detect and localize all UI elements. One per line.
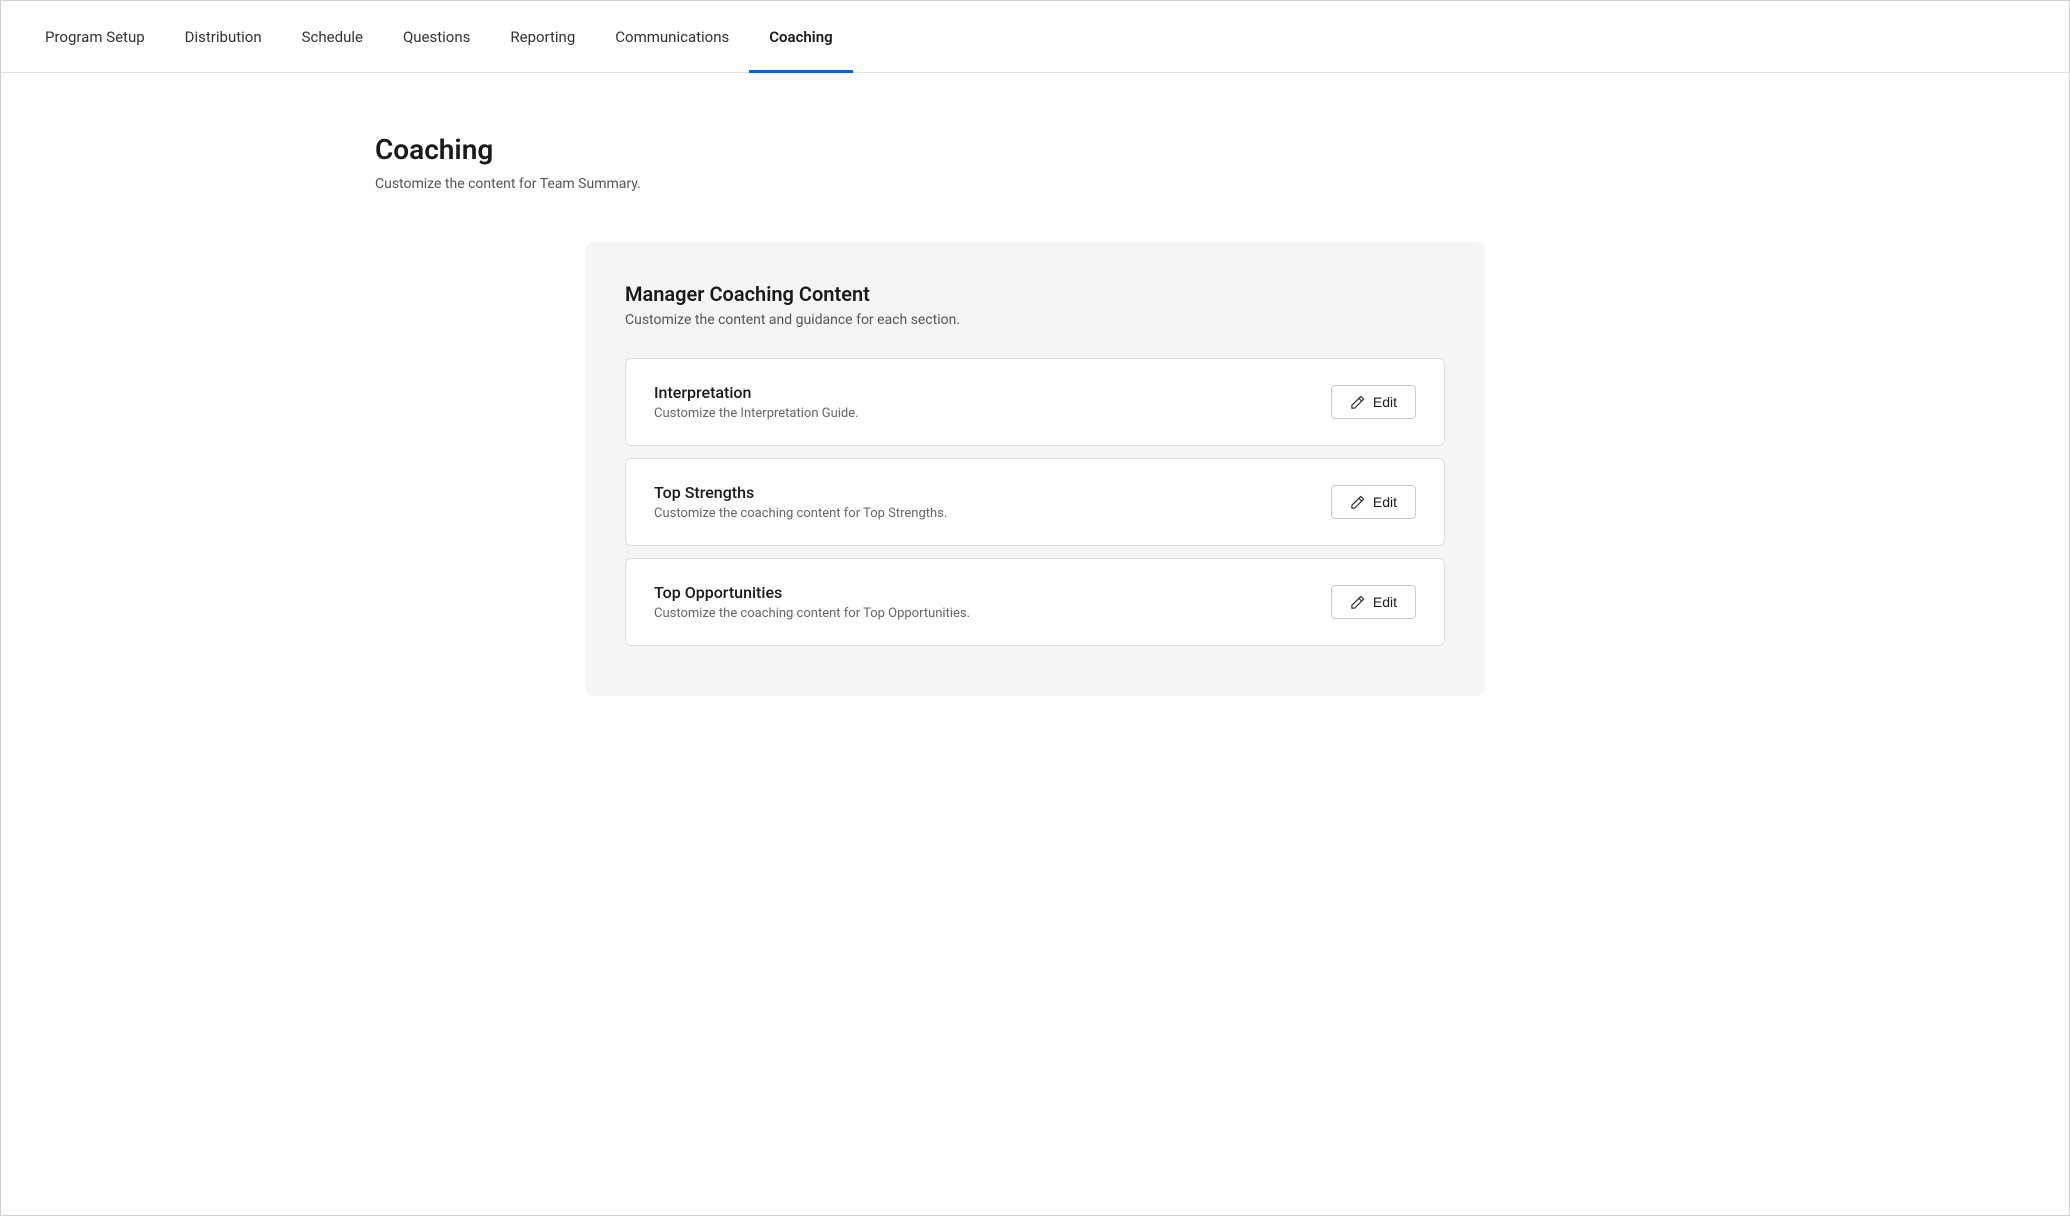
coaching-card-title: Manager Coaching Content [625,282,1445,306]
section-item-interpretation-title: Interpretation [654,383,1331,402]
app-container: Program Setup Distribution Schedule Ques… [0,0,2070,1216]
edit-icon [1350,494,1366,510]
edit-interpretation-button[interactable]: Edit [1331,385,1416,419]
section-item-top-strengths: Top Strengths Customize the coaching con… [625,458,1445,546]
nav-item-coaching[interactable]: Coaching [749,1,852,73]
edit-top-opportunities-button[interactable]: Edit [1331,585,1416,619]
section-item-top-opportunities-title: Top Opportunities [654,583,1331,602]
nav-item-questions[interactable]: Questions [383,1,490,73]
nav-item-reporting[interactable]: Reporting [490,1,595,73]
edit-icon [1350,594,1366,610]
main-content: Coaching Customize the content for Team … [335,73,1735,756]
edit-top-opportunities-label: Edit [1373,594,1397,610]
nav-item-distribution[interactable]: Distribution [165,1,282,73]
section-item-top-strengths-description: Customize the coaching content for Top S… [654,506,1331,521]
section-item-top-opportunities: Top Opportunities Customize the coaching… [625,558,1445,646]
section-item-interpretation-content: Interpretation Customize the Interpretat… [654,383,1331,421]
section-item-top-strengths-title: Top Strengths [654,483,1331,502]
edit-top-strengths-button[interactable]: Edit [1331,485,1416,519]
nav-bar: Program Setup Distribution Schedule Ques… [1,1,2069,73]
edit-icon [1350,394,1366,410]
nav-item-schedule[interactable]: Schedule [282,1,383,73]
nav-item-communications[interactable]: Communications [595,1,749,73]
edit-interpretation-label: Edit [1373,394,1397,410]
section-item-interpretation-description: Customize the Interpretation Guide. [654,406,1331,421]
page-title: Coaching [375,133,1695,166]
section-item-top-opportunities-description: Customize the coaching content for Top O… [654,606,1331,621]
section-item-top-strengths-content: Top Strengths Customize the coaching con… [654,483,1331,521]
coaching-card-subtitle: Customize the content and guidance for e… [625,312,1445,328]
section-item-interpretation: Interpretation Customize the Interpretat… [625,358,1445,446]
edit-top-strengths-label: Edit [1373,494,1397,510]
section-item-top-opportunities-content: Top Opportunities Customize the coaching… [654,583,1331,621]
nav-item-program-setup[interactable]: Program Setup [25,1,165,73]
page-subtitle: Customize the content for Team Summary. [375,176,1695,192]
coaching-card: Manager Coaching Content Customize the c… [585,242,1485,696]
